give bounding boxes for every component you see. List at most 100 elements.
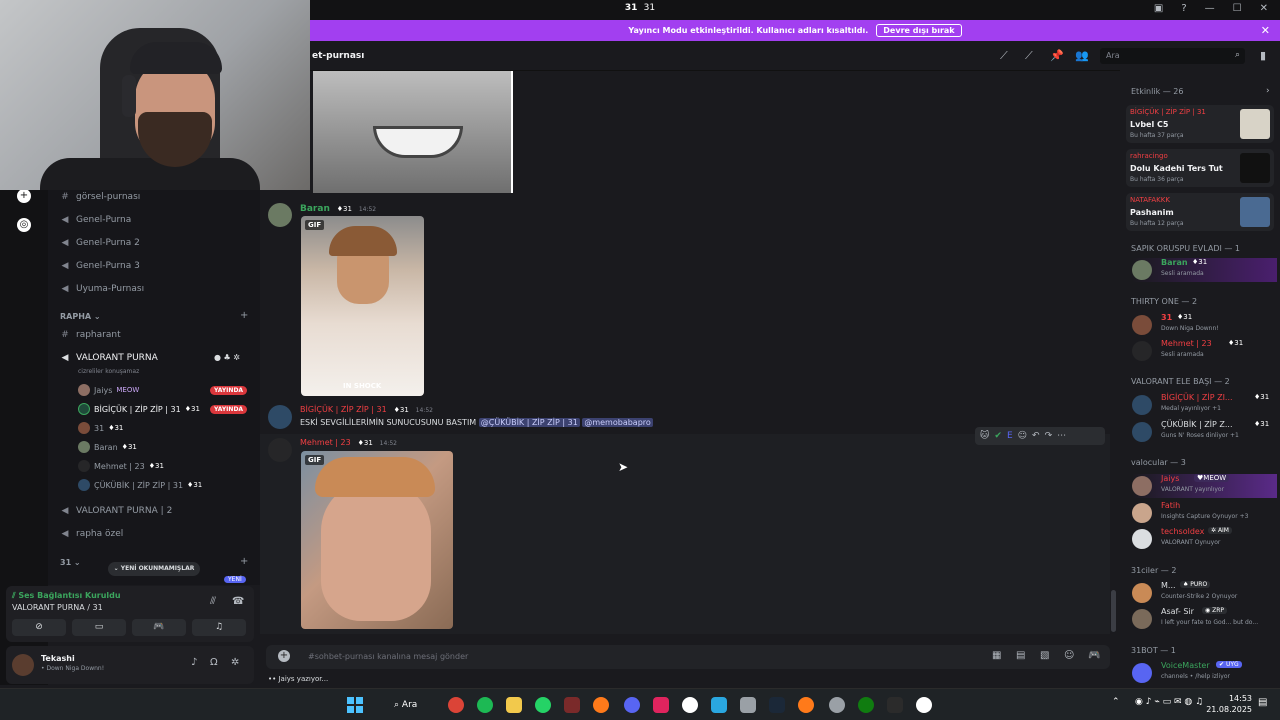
voice-channel-item[interactable]: ◀ rapha özel xyxy=(60,529,124,539)
member-item[interactable]: 31 ♦31 Down Niga Downn! xyxy=(1132,313,1277,337)
voice-channel-item[interactable]: ◀ VALORANT PURNA xyxy=(60,353,158,363)
message-author[interactable]: BİGİÇÜK | ZİP ZİP | 31 xyxy=(300,405,387,414)
add-channel-icon[interactable]: + xyxy=(240,556,248,567)
search-input[interactable]: Ara xyxy=(1106,51,1120,60)
member-item[interactable]: techsoldex ✲ AIM VALORANT Oynuyor xyxy=(1132,527,1277,551)
add-server-icon[interactable]: + xyxy=(17,189,31,203)
whatsapp-icon[interactable] xyxy=(535,697,551,713)
sticker-icon[interactable]: ▧ xyxy=(1040,650,1049,661)
attach-icon[interactable]: + xyxy=(278,650,290,662)
minimize-icon[interactable]: — xyxy=(1205,3,1215,14)
voice-channel-item[interactable]: ◀ Genel-Purna 3 xyxy=(60,261,140,271)
banner-close-icon[interactable]: ✕ xyxy=(1261,24,1270,37)
clock-time[interactable]: 14:53 xyxy=(1222,694,1252,703)
headphones-icon[interactable]: Ω xyxy=(210,657,218,668)
disable-streamer-mode-button[interactable]: Devre dışı bırak xyxy=(876,24,962,37)
activities-icon[interactable]: 🎮 xyxy=(1088,650,1100,661)
voice-user[interactable]: BİGİÇÜK | ZİP ZİP | 31 ♦31 xyxy=(78,403,200,415)
discord-icon[interactable] xyxy=(624,697,640,713)
spotify-icon[interactable] xyxy=(477,697,493,713)
chrome-icon[interactable] xyxy=(448,697,464,713)
message-input[interactable]: #sohbet-purnası kanalına mesaj gönder xyxy=(308,652,468,661)
threads-icon[interactable]: ⟋ xyxy=(1000,49,1008,63)
reply-icon[interactable]: ↶ xyxy=(1032,431,1040,441)
member-item[interactable]: ÇÜKÜBİK | ZİP Z... ♦31 Guns N' Roses dinli… xyxy=(1132,420,1277,444)
username[interactable]: Tekashi xyxy=(41,654,75,663)
app-icon[interactable] xyxy=(653,697,669,713)
gif-picker-icon[interactable]: ▤ xyxy=(1016,650,1025,661)
member-item[interactable]: Mehmet | 23 ♦31 Sesli aramada xyxy=(1132,339,1277,363)
inbox-bookmark-icon[interactable]: ▮ xyxy=(1260,49,1266,62)
pin-icon[interactable]: 📌 xyxy=(1050,49,1064,62)
user-mention[interactable]: @ÇÜKÜBİK | ZİP ZİP | 31 xyxy=(478,418,580,427)
discover-icon[interactable]: ◎ xyxy=(17,218,31,232)
gif-attachment[interactable]: GIF xyxy=(301,451,453,629)
voice-user[interactable]: Baran ♦31 xyxy=(78,441,137,453)
disconnect-icon[interactable]: ☎ xyxy=(232,596,244,607)
member-item[interactable]: Jaiys ♥MEOW VALORANT yayınlıyor xyxy=(1132,474,1277,498)
avatar[interactable] xyxy=(12,654,34,676)
member-item[interactable]: VoiceMaster ✔ UYG channels • /help izliyor xyxy=(1132,661,1277,685)
settings-icon[interactable]: ✲ xyxy=(233,353,240,362)
new-unread-button[interactable]: ⌄ YENİ OKUNMAMIŞLAR xyxy=(108,562,200,576)
category-rapha[interactable]: RAPHA ⌄ xyxy=(60,312,101,321)
activity-card[interactable]: rahracingo Dolu Kadehi Ters Tut Bu hafta… xyxy=(1126,149,1274,187)
chevron-right-icon[interactable]: › xyxy=(1266,86,1270,96)
activity-card[interactable]: NATAFAKKK Pashanim Bu hafta 12 parça xyxy=(1126,193,1274,231)
voice-status[interactable]: ⫽ Ses Bağlantısı Kuruldu xyxy=(12,591,121,601)
reaction-check-icon[interactable]: ✔ xyxy=(994,431,1002,441)
voice-channel-item[interactable]: ◀ Uyuma-Purnası xyxy=(60,284,145,294)
voice-user[interactable]: Jaiys MEOW xyxy=(78,384,139,396)
message-composer[interactable]: + #sohbet-purnası kanalına mesaj gönder … xyxy=(266,645,1110,669)
invite-icon[interactable]: ♣ xyxy=(224,353,231,362)
chat-icon[interactable]: ● xyxy=(214,353,221,362)
tray-icons[interactable]: ◉ ♪ ⌁ ▭ ✉ ◍ ♫ xyxy=(1135,697,1203,707)
voice-channel-item[interactable]: ◀ Genel-Purna xyxy=(60,215,132,225)
member-item[interactable]: M... ♠ PURO Counter-Strike 2 Oynuyor xyxy=(1132,581,1277,605)
channel-item[interactable]: # görsel-purnası xyxy=(60,192,140,202)
message-author[interactable]: Mehmet | 23 xyxy=(300,438,351,447)
activity-button[interactable]: 🎮 xyxy=(132,619,186,636)
member-item[interactable]: Baran ♦31 Sesli aramada xyxy=(1132,258,1277,282)
steam-icon[interactable] xyxy=(769,697,785,713)
app-icon[interactable] xyxy=(711,697,727,713)
add-reaction-icon[interactable]: ☺ xyxy=(1018,431,1027,441)
voice-channel-item[interactable]: ◀ VALORANT PURNA | 2 xyxy=(60,506,173,516)
tray-chevron-icon[interactable]: ⌃ xyxy=(1112,697,1120,707)
voice-user[interactable]: Mehmet | 23 ♦31 xyxy=(78,460,164,472)
app-icon[interactable] xyxy=(564,697,580,713)
message-author[interactable]: Baran xyxy=(300,204,330,214)
reaction-emoji-icon[interactable]: 🐱 xyxy=(980,431,989,441)
epic-games-icon[interactable] xyxy=(887,697,903,713)
close-icon[interactable]: ✕ xyxy=(1260,3,1268,14)
xbox-icon[interactable] xyxy=(858,697,874,713)
image-attachment[interactable] xyxy=(313,71,513,193)
voice-channel-item[interactable]: ◀ Genel-Purna 2 xyxy=(60,238,140,248)
soundboard-button[interactable]: ♫ xyxy=(192,619,246,636)
maximize-icon[interactable]: ☐ xyxy=(1233,3,1242,14)
gif-attachment[interactable]: GIF IN SHOCK xyxy=(301,216,424,396)
user-mention[interactable]: @memobabapro xyxy=(582,418,653,427)
voice-channel-name[interactable]: VALORANT PURNA / 31 xyxy=(12,603,103,612)
taskbar-search[interactable]: ⌕ Ara xyxy=(384,695,440,715)
voice-user[interactable]: 31 ♦31 xyxy=(78,422,123,434)
forward-icon[interactable]: ↷ xyxy=(1045,431,1053,441)
avatar[interactable] xyxy=(268,203,292,227)
chatgpt-icon[interactable] xyxy=(916,697,932,713)
inbox-icon[interactable]: ▣ xyxy=(1154,3,1163,14)
noise-suppression-icon[interactable]: ⫻ xyxy=(210,596,216,607)
emoji-icon[interactable]: ☺ xyxy=(1064,650,1074,661)
members-icon[interactable]: 👥 xyxy=(1075,49,1089,62)
camera-off-button[interactable]: ⊘ xyxy=(12,619,66,636)
file-explorer-icon[interactable] xyxy=(506,697,522,713)
microphone-icon[interactable]: ♪ xyxy=(191,657,197,668)
scrollbar[interactable] xyxy=(1111,590,1116,632)
avatar[interactable] xyxy=(268,405,292,429)
gift-icon[interactable]: ▦ xyxy=(992,650,1001,661)
obs-icon[interactable] xyxy=(682,697,698,713)
member-item[interactable]: BİGİÇÜK | ZİP ZI... ♦31 Medal yayınlıyor +… xyxy=(1132,393,1277,417)
user-settings-icon[interactable]: ✲ xyxy=(231,657,239,668)
member-item[interactable]: Fatih Insights Capture Oynuyor +3 xyxy=(1132,501,1277,525)
category-31[interactable]: 31 ⌄ xyxy=(60,558,81,567)
help-icon[interactable]: ? xyxy=(1181,3,1186,14)
